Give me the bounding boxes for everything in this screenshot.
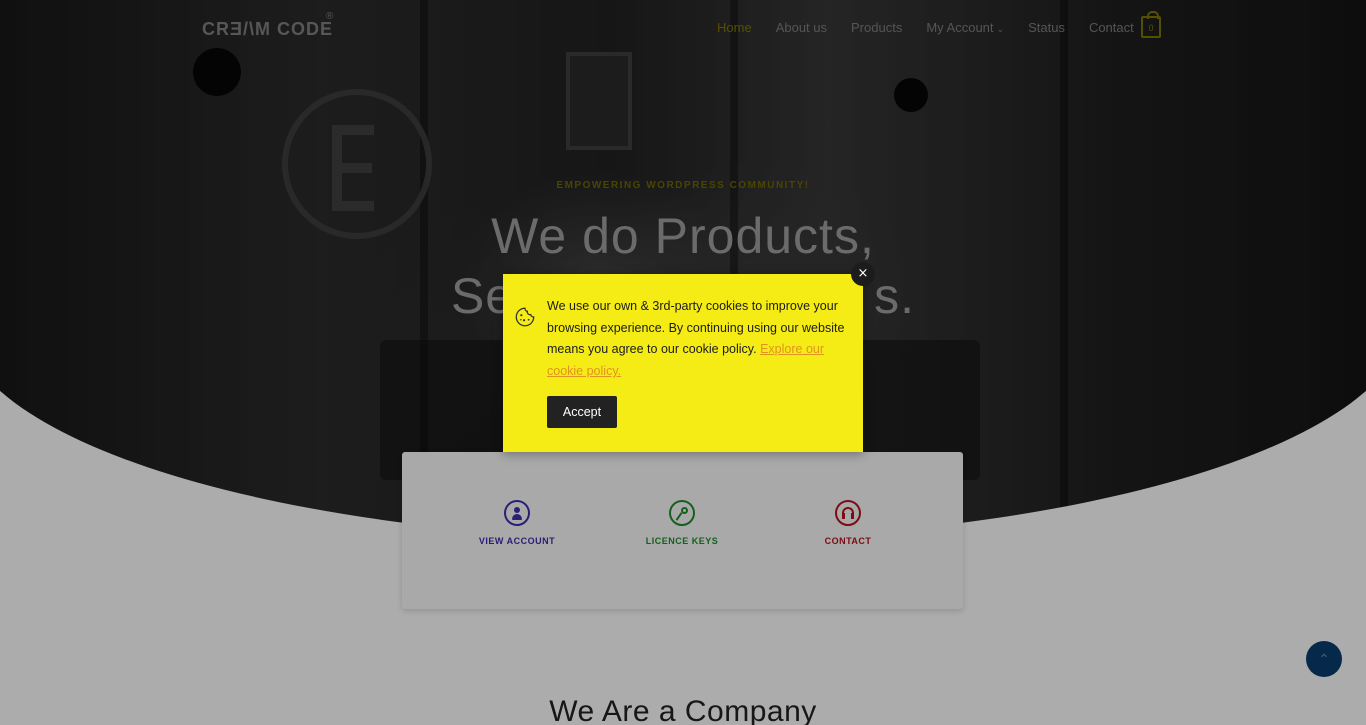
cookie-icon: [515, 307, 535, 327]
close-icon[interactable]: ×: [851, 262, 875, 286]
cookie-message: We use our own & 3rd-party cookies to im…: [547, 296, 847, 383]
cookie-consent-popup: We use our own & 3rd-party cookies to im…: [503, 274, 863, 452]
accept-cookies-button[interactable]: Accept: [547, 396, 617, 428]
